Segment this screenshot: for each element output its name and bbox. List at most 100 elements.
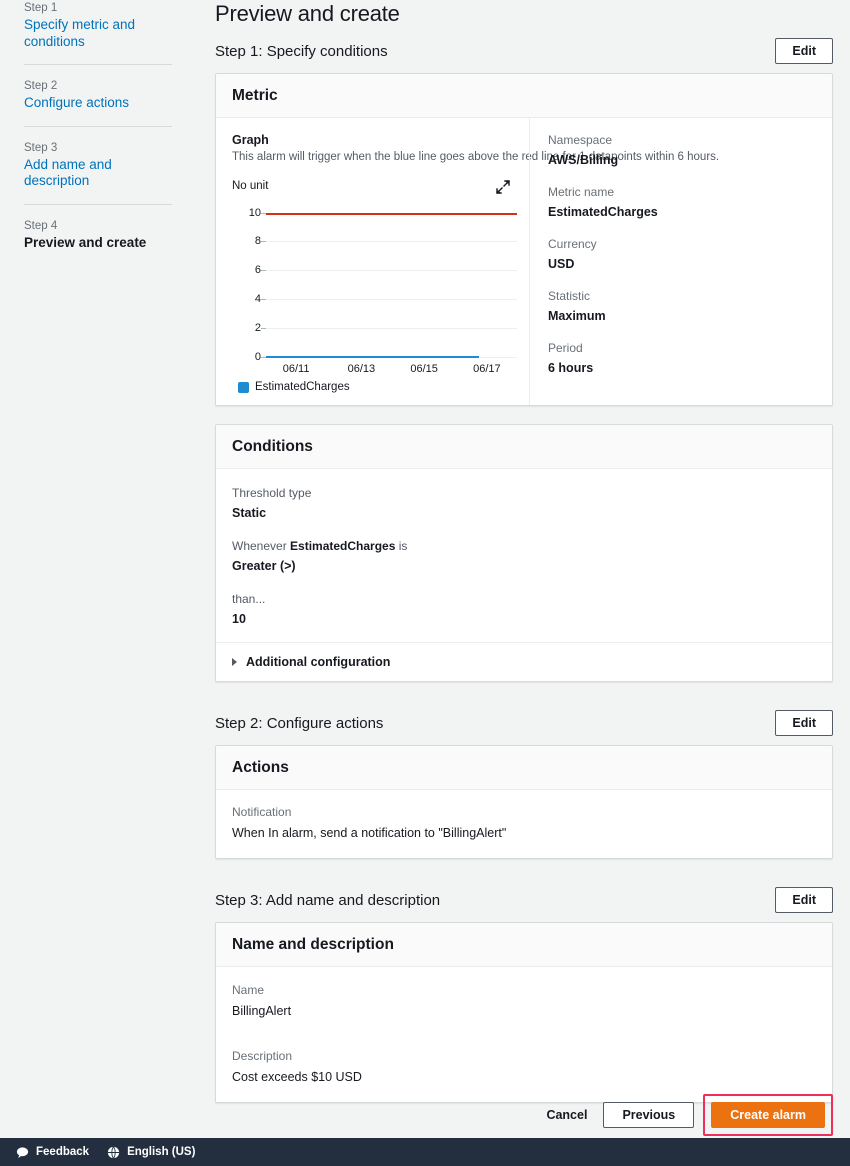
- create-alarm-highlight: Create alarm: [703, 1094, 833, 1136]
- chart-legend[interactable]: EstimatedCharges: [238, 381, 517, 393]
- feedback-link[interactable]: Feedback: [16, 1146, 89, 1159]
- step2-section-header: Step 2: Configure actions Edit: [215, 706, 833, 740]
- cancel-button[interactable]: Cancel: [530, 1102, 603, 1128]
- condition-comparison: Whenever EstimatedCharges is Greater (>): [232, 538, 816, 575]
- step2-edit-button[interactable]: Edit: [775, 710, 833, 736]
- notification-value: When In alarm, send a notification to "B…: [232, 826, 507, 840]
- sidebar-step-1-label[interactable]: Specify metric and conditions: [24, 17, 172, 50]
- chart-area: 0 2 4 6 8 10 06/11 06/13 06/15 06/17: [232, 201, 517, 379]
- name-description-panel-title: Name and description: [232, 936, 394, 953]
- alarm-description-value: Cost exceeds $10 USD: [232, 1070, 362, 1084]
- than-label: than...: [232, 592, 266, 606]
- namespace-value: AWS/Billing: [548, 153, 619, 167]
- metric-field-period: Period 6 hours: [548, 340, 816, 377]
- metric-details-column: Namespace AWS/Billing Metric name Estima…: [529, 118, 832, 405]
- previous-button[interactable]: Previous: [603, 1102, 695, 1128]
- conditions-panel-header: Conditions: [216, 425, 832, 469]
- actions-panel-title: Actions: [232, 759, 289, 776]
- create-alarm-button[interactable]: Create alarm: [711, 1102, 825, 1128]
- sidebar-step-2-label[interactable]: Configure actions: [24, 95, 172, 112]
- sidebar-step-2[interactable]: Step 2 Configure actions: [24, 78, 172, 112]
- chart-xaxis: 06/11 06/13 06/15 06/17: [266, 357, 517, 379]
- sidebar-divider-2: [24, 125, 172, 127]
- sidebar-step-4-number: Step 4: [24, 219, 58, 232]
- actions-panel: Actions Notification When In alarm, send…: [215, 745, 833, 859]
- currency-value: USD: [548, 257, 575, 271]
- chart-topbar: No unit: [232, 179, 517, 197]
- speech-bubble-icon: [16, 1146, 29, 1159]
- metric-graph-column: Graph This alarm will trigger when the b…: [216, 118, 720, 405]
- metric-name-label: Metric name: [548, 185, 615, 199]
- step2-heading: Step 2: Configure actions: [215, 714, 384, 732]
- graph-description: This alarm will trigger when the blue li…: [232, 151, 720, 163]
- feedback-label: Feedback: [36, 1146, 90, 1158]
- chart-unit-label: No unit: [232, 180, 269, 192]
- step3-section-header: Step 3: Add name and description Edit: [215, 883, 833, 917]
- expand-icon[interactable]: [495, 179, 511, 195]
- chart-plot: 0 2 4 6 8 10: [249, 201, 517, 363]
- ytick-label-4: 4: [254, 293, 261, 306]
- condition-threshold-type: Threshold type Static: [232, 485, 816, 522]
- language-label: English (US): [127, 1146, 196, 1158]
- step1-heading: Step 1: Specify conditions: [215, 42, 388, 60]
- ytick-label-2: 2: [254, 322, 261, 335]
- alarm-description-field: Description Cost exceeds $10 USD: [232, 1048, 816, 1086]
- actions-panel-body: Notification When In alarm, send a notif…: [216, 790, 832, 858]
- metric-field-currency: Currency USD: [548, 236, 816, 273]
- whenever-metric: EstimatedCharges: [290, 539, 396, 553]
- graph-label: Graph: [232, 133, 269, 147]
- legend-swatch-icon: [238, 381, 249, 393]
- whenever-prefix: Whenever: [232, 539, 291, 553]
- step3-heading: Step 3: Add name and description: [215, 891, 441, 909]
- conditions-panel: Conditions Threshold type Static Wheneve…: [215, 424, 833, 682]
- statistic-value: Maximum: [548, 309, 606, 323]
- sidebar-step-1-number: Step 1: [24, 2, 58, 14]
- language-selector[interactable]: English (US): [107, 1146, 195, 1159]
- step1-edit-button[interactable]: Edit: [775, 38, 833, 64]
- xtick-label-3: 06/17: [473, 363, 501, 375]
- sidebar-step-3[interactable]: Step 3 Add name and description: [24, 140, 172, 190]
- sidebar-step-4-label[interactable]: Preview and create: [24, 235, 172, 252]
- additional-configuration-toggle[interactable]: Additional configuration: [216, 642, 832, 681]
- xtick-label-2: 06/15: [410, 363, 438, 375]
- name-description-panel-body: Name BillingAlert Description Cost excee…: [216, 967, 832, 1102]
- name-description-panel: Name and description Name BillingAlert D…: [215, 922, 833, 1103]
- conditions-panel-body: Threshold type Static Whenever Estimated…: [216, 469, 832, 642]
- sidebar-step-3-label[interactable]: Add name and description: [24, 157, 172, 190]
- conditions-panel-title: Conditions: [232, 438, 313, 455]
- metric-panel-header: Metric: [216, 74, 832, 118]
- currency-label: Currency: [548, 237, 597, 251]
- sidebar-step-1[interactable]: Step 1 Specify metric and conditions: [24, 0, 172, 50]
- ytick-mark-2: [261, 328, 266, 330]
- ytick-mark-8: [261, 241, 266, 243]
- ytick-mark-6: [261, 270, 266, 272]
- metric-panel-title: Metric: [232, 87, 278, 104]
- alarm-name-value: BillingAlert: [232, 1004, 292, 1018]
- main-content: Preview and create Step 1: Specify condi…: [196, 0, 850, 1138]
- wizard-action-bar: Cancel Previous Create alarm: [196, 1092, 850, 1138]
- ytick-label-10: 10: [248, 206, 261, 219]
- sidebar-divider-1: [24, 64, 172, 65]
- step3-edit-button[interactable]: Edit: [775, 887, 833, 913]
- alarm-preview-chart: No unit 0 2 4 6 8 10 06/11 06/13 06/15 0…: [232, 179, 517, 393]
- ytick-label-6: 6: [254, 264, 261, 277]
- period-label: Period: [548, 341, 583, 355]
- metric-field-statistic: Statistic Maximum: [548, 288, 816, 325]
- statistic-label: Statistic: [548, 289, 591, 303]
- threshold-type-label: Threshold type: [232, 486, 312, 500]
- page-footer: Feedback English (US): [0, 1138, 850, 1166]
- sidebar-step-4[interactable]: Step 4 Preview and create: [24, 218, 172, 252]
- legend-label-estimatedcharges: EstimatedCharges: [255, 381, 350, 393]
- xtick-label-1: 06/13: [347, 363, 376, 375]
- sidebar-divider-3: [24, 203, 172, 205]
- gridline-2: [266, 328, 517, 330]
- metric-panel-body: Graph This alarm will trigger when the b…: [216, 118, 832, 405]
- ytick-label-8: 8: [254, 235, 261, 248]
- page-title: Preview and create: [215, 1, 400, 26]
- condition-threshold-value: than... 10: [232, 591, 816, 628]
- metric-panel: Metric Graph This alarm will trigger whe…: [215, 73, 833, 406]
- caret-right-icon: [232, 658, 237, 666]
- notification-label: Notification: [232, 805, 292, 819]
- actions-panel-header: Actions: [216, 746, 832, 790]
- alarm-name-label: Name: [232, 983, 265, 997]
